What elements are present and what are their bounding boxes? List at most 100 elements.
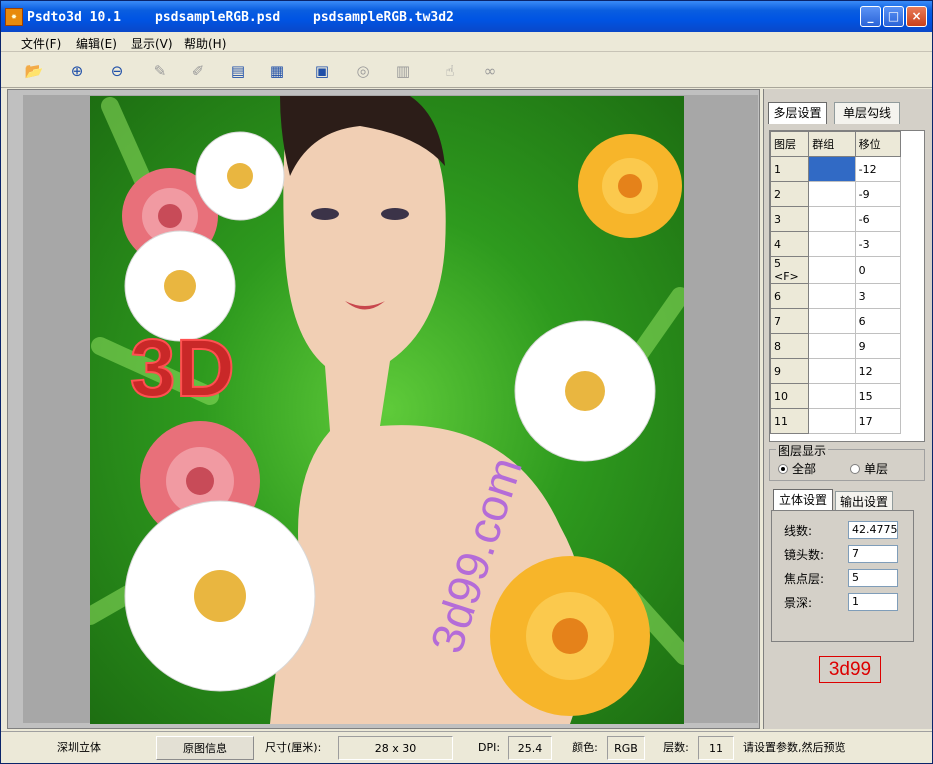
lines-label: 线数: — [784, 524, 813, 538]
group-cell[interactable] — [808, 156, 856, 182]
app-logo-icon[interactable]: ✸ — [5, 8, 23, 26]
table-row[interactable]: 1 -12 — [770, 156, 902, 182]
group-cell[interactable] — [808, 181, 856, 207]
table-row[interactable]: 4 -3 — [770, 231, 902, 257]
layer-image-icon[interactable]: ▦ — [266, 60, 288, 82]
status-size-value: 28 x 30 — [338, 736, 453, 760]
layer-cell: 1 — [770, 156, 810, 182]
stereo-settings-panel: 线数: 42.4775 镜头数: 7 焦点层: 5 景深: 1 — [771, 510, 914, 642]
layer-grid[interactable]: 图层 群组 移位 1 -12 2 -9 3 -6 4 -3 5 <F> 0 63 76 8… — [769, 130, 925, 442]
shift-cell[interactable]: 0 — [855, 256, 902, 284]
pen-icon[interactable]: ✎ — [149, 60, 171, 82]
shift-cell[interactable]: -6 — [855, 206, 902, 232]
table-row[interactable]: 63 — [770, 283, 902, 309]
layer-edit-icon[interactable]: ▤ — [227, 60, 249, 82]
grid-header-shift: 移位 — [854, 131, 902, 157]
layer-cell: 8 — [770, 333, 810, 359]
status-company: 深圳立体 — [57, 741, 101, 754]
table-row[interactable]: 11 17 — [770, 408, 902, 434]
table-row[interactable]: 5 <F> 0 — [770, 256, 902, 284]
group-cell[interactable] — [808, 358, 856, 384]
layer-cell: 3 — [770, 206, 810, 232]
toolbar: 📂 ⊕ ⊖ ✎ ✐ ▤ ▦ ▣ ◎ ▥ ☝ ∞ — [1, 52, 932, 88]
original-info-button[interactable]: 原图信息 — [156, 736, 254, 760]
status-layers-label: 层数: — [663, 741, 689, 754]
tab-single-layer-outline[interactable]: 单层勾线 — [834, 102, 900, 124]
table-row[interactable]: 9 12 — [770, 358, 902, 384]
shift-cell[interactable]: 17 — [855, 408, 902, 434]
tab-multi-layer[interactable]: 多层设置 — [768, 102, 827, 124]
menu-file[interactable]: 文件(F) — [21, 35, 61, 52]
status-color-label: 颜色: — [572, 741, 598, 754]
menu-help[interactable]: 帮助(H) — [184, 35, 226, 52]
layer-cell: 9 — [770, 358, 810, 384]
group-cell[interactable] — [808, 206, 856, 232]
shift-cell[interactable]: 9 — [855, 333, 902, 359]
group-cell[interactable] — [808, 256, 856, 284]
tab-stereo-settings[interactable]: 立体设置 — [773, 489, 833, 511]
focus-layer-input[interactable]: 5 — [848, 569, 898, 587]
minimize-button[interactable]: _ — [860, 6, 881, 27]
preview-illustration: 3D 3d99.com — [90, 96, 684, 724]
image-3d-watermark: 3D — [130, 323, 235, 414]
shift-cell[interactable]: -12 — [855, 156, 902, 182]
status-message: 请设置参数,然后预览 — [743, 741, 846, 754]
depth-label: 景深: — [784, 596, 813, 610]
shift-cell[interactable]: 3 — [855, 283, 902, 309]
table-row[interactable]: 89 — [770, 333, 902, 359]
group-cell[interactable] — [808, 308, 856, 334]
app-window: ✸ Psdto3d 10.1 psdsampleRGB.psd psdsampl… — [0, 0, 933, 764]
hand-icon[interactable]: ☝ — [439, 60, 461, 82]
monitor-icon[interactable]: ▣ — [311, 60, 333, 82]
group-cell[interactable] — [808, 231, 856, 257]
close-button[interactable]: × — [906, 6, 927, 27]
group-cell[interactable] — [808, 283, 856, 309]
group-cell[interactable] — [808, 333, 856, 359]
preview-image[interactable]: 3D 3d99.com — [90, 96, 684, 724]
table-row[interactable]: 3 -6 — [770, 206, 902, 232]
table-row[interactable]: 2 -9 — [770, 181, 902, 207]
group-cell[interactable] — [808, 408, 856, 434]
menu-edit[interactable]: 编辑(E) — [76, 35, 117, 52]
grid-header-layer: 图层 — [770, 131, 810, 157]
status-layers-value: 11 — [698, 736, 734, 760]
shift-cell[interactable]: 15 — [855, 383, 902, 409]
radio-single[interactable]: 单层 — [850, 460, 888, 477]
title-bar: ✸ Psdto3d 10.1 psdsampleRGB.psd psdsampl… — [1, 1, 932, 32]
link-icon[interactable]: ∞ — [479, 60, 501, 82]
layer-cell: 7 — [770, 308, 810, 334]
layer-cell: 2 — [770, 181, 810, 207]
save-disk-icon[interactable]: ▥ — [392, 60, 414, 82]
psd-filename: psdsampleRGB.psd — [155, 10, 281, 25]
shift-cell[interactable]: 12 — [855, 358, 902, 384]
app-title: Psdto3d 10.1 — [27, 10, 121, 25]
table-row[interactable]: 76 — [770, 308, 902, 334]
layer-cell: 4 — [770, 231, 810, 257]
target-icon[interactable]: ◎ — [352, 60, 374, 82]
maximize-button[interactable]: □ — [883, 6, 904, 27]
lens-count-label: 镜头数: — [784, 548, 825, 562]
table-row[interactable]: 10 15 — [770, 383, 902, 409]
shift-cell[interactable]: -9 — [855, 181, 902, 207]
status-dpi-value: 25.4 — [508, 736, 552, 760]
open-folder-icon[interactable]: 📂 — [23, 60, 45, 82]
shift-cell[interactable]: 6 — [855, 308, 902, 334]
menu-view[interactable]: 显示(V) — [131, 35, 173, 52]
layer-cell: 5 <F> — [770, 256, 810, 284]
radio-dot-icon — [778, 464, 788, 474]
layer-display-title: 图层显示 — [776, 442, 829, 459]
shift-cell[interactable]: -3 — [855, 231, 902, 257]
zoom-out-icon[interactable]: ⊖ — [106, 60, 128, 82]
radio-all[interactable]: 全部 — [778, 460, 816, 477]
group-cell[interactable] — [808, 383, 856, 409]
depth-input[interactable]: 1 — [848, 593, 898, 611]
lines-input[interactable]: 42.4775 — [848, 521, 898, 539]
layer-display-group: 图层显示 全部 单层 — [769, 442, 925, 481]
zoom-in-icon[interactable]: ⊕ — [66, 60, 88, 82]
status-color-value: RGB — [607, 736, 645, 760]
right-panel: 多层设置 单层勾线 图层 群组 移位 1 -12 2 -9 3 -6 4 -3 5 <F… — [763, 89, 932, 729]
lens-count-input[interactable]: 7 — [848, 545, 898, 563]
pen-line-icon[interactable]: ✐ — [187, 60, 209, 82]
radio-dot-icon — [850, 464, 860, 474]
brand-logo: 3d99 — [819, 656, 881, 683]
